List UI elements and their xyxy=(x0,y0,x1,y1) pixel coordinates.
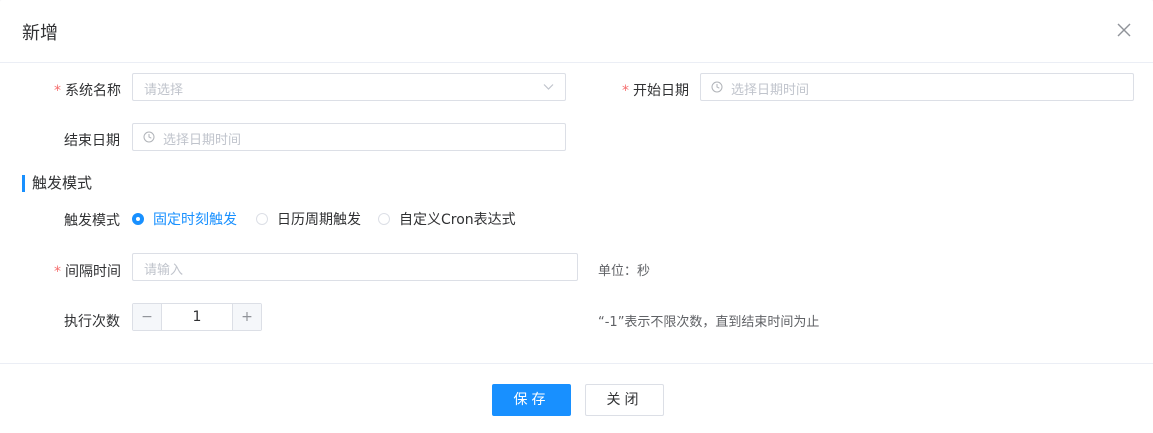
decrement-button[interactable]: − xyxy=(133,304,162,330)
dialog-title: 新增 xyxy=(22,23,58,44)
radio-dot xyxy=(378,213,390,225)
exec-count-label: 执行次数 xyxy=(64,314,120,330)
exec-count-stepper: − + xyxy=(132,303,262,331)
radio-calendar-cycle[interactable]: 日历周期触发 xyxy=(256,209,361,229)
radio-fixed-time[interactable]: 固定时刻触发 xyxy=(132,209,237,229)
chevron-down-icon xyxy=(543,84,554,90)
system-name-label: * 系统名称 xyxy=(54,80,121,100)
increment-button[interactable]: + xyxy=(232,304,261,330)
system-name-placeholder: 请选择 xyxy=(144,83,184,98)
end-date-picker[interactable]: 选择日期时间 xyxy=(132,123,566,151)
radio-custom-cron[interactable]: 自定义Cron表达式 xyxy=(378,209,516,229)
interval-label-text: 间隔时间 xyxy=(65,264,121,280)
interval-input[interactable]: 请输入 xyxy=(132,253,578,281)
section-title-trigger-mode: 触发模式 xyxy=(22,175,92,192)
required-mark: * xyxy=(54,264,61,280)
end-date-label: 结束日期 xyxy=(64,133,120,149)
add-dialog: 新增 *系统名称 请选择 *开始日期 选择日期时间 结束日期 选择日期时间 xyxy=(0,0,1153,433)
start-date-label: * 开始日期 xyxy=(622,80,689,100)
exec-count-input[interactable] xyxy=(162,304,232,330)
interval-label: * 间隔时间 xyxy=(54,261,121,281)
required-mark: * xyxy=(54,83,61,99)
clock-icon xyxy=(143,131,155,143)
start-date-placeholder: 选择日期时间 xyxy=(731,83,810,98)
radio-fixed-time-label: 固定时刻触发 xyxy=(153,212,237,228)
start-date-label-text: 开始日期 xyxy=(633,83,689,99)
clock-icon xyxy=(711,81,723,93)
start-date-picker[interactable]: 选择日期时间 xyxy=(700,73,1134,101)
dialog-header: 新增 xyxy=(0,0,1153,63)
footer-divider xyxy=(0,363,1153,364)
radio-calendar-cycle-label: 日历周期触发 xyxy=(277,212,361,228)
save-button[interactable]: 保存 xyxy=(492,384,571,416)
close-icon[interactable] xyxy=(1114,20,1134,40)
trigger-mode-label: 触发模式 xyxy=(64,213,120,229)
exec-count-hint: “-1”表示不限次数，直到结束时间为止 xyxy=(598,315,820,330)
radio-dot xyxy=(256,213,268,225)
radio-dot-checked xyxy=(132,213,144,225)
interval-unit-hint: 单位：秒 xyxy=(598,264,651,279)
close-button[interactable]: 关闭 xyxy=(585,384,664,416)
end-date-placeholder: 选择日期时间 xyxy=(163,133,242,148)
interval-placeholder: 请输入 xyxy=(144,263,184,278)
radio-custom-cron-label: 自定义Cron表达式 xyxy=(399,212,516,228)
required-mark: * xyxy=(622,83,629,99)
system-name-select[interactable]: 请选择 xyxy=(132,73,566,101)
system-name-label-text: 系统名称 xyxy=(65,83,121,99)
